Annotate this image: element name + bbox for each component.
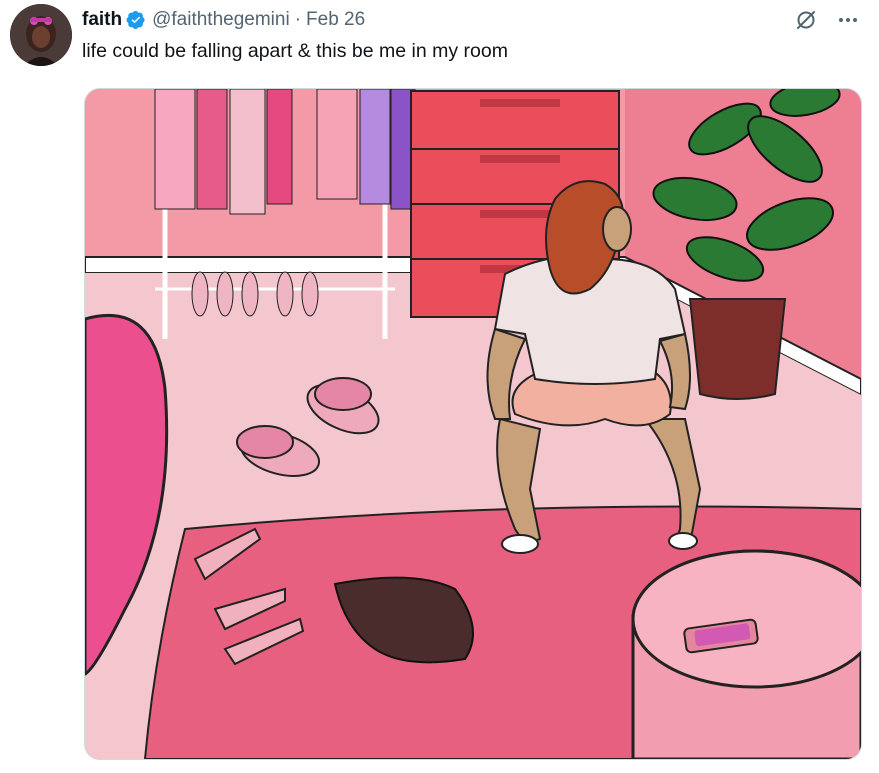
tweet-date[interactable]: Feb 26 [306,9,365,31]
tweet-header: faith @faiththegemini · Feb 26 [82,7,365,33]
tweet-image[interactable] [84,88,862,760]
verified-badge-icon[interactable] [126,10,146,30]
tweet-text: life could be falling apart & this be me… [82,40,508,62]
avatar[interactable] [10,4,72,66]
more-options-icon[interactable] [836,8,860,32]
display-name[interactable]: faith [82,9,122,31]
grok-icon[interactable] [794,8,818,32]
author-handle[interactable]: @faiththegemini [152,9,290,31]
tweet: faith @faiththegemini · Feb 26 life coul… [0,0,879,773]
separator-dot: · [294,9,302,30]
